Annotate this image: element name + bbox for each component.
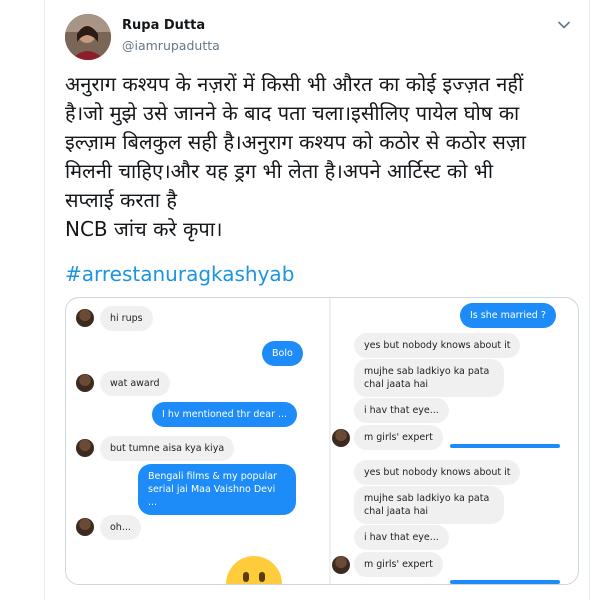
chat-avatar [76,518,94,536]
chat-message: yes but nobody knows about it [354,460,521,485]
smiley-emoji-icon [226,556,282,584]
chevron-down-icon[interactable] [557,18,571,32]
author-name[interactable]: Rupa Dutta [122,18,205,33]
pane-divider [329,298,331,584]
chat-message: wat award [100,371,170,396]
chat-message: mujhe sab ladkiyo ka pata chal jaata hai [354,486,504,524]
chat-message: Bengali films & my popular serial jai Ma… [138,464,296,515]
chat-screenshot-right: Is she married ? yes but nobody knows ab… [332,298,578,584]
chat-message: hi rups [100,306,153,331]
partial-message [450,444,560,448]
chat-message: Bolo [262,341,303,366]
tweet-card: Rupa Dutta @iamrupadutta अनुराग कश्यप के… [44,0,590,600]
chat-message: yes but nobody knows about it [354,333,521,358]
chat-message: I hv mentioned thr dear ... [152,402,298,427]
chat-message: i hav that eye... [354,525,449,550]
chat-avatar [76,439,94,457]
author-handle[interactable]: @iamrupadutta [122,38,220,53]
chat-avatar [332,429,350,447]
chat-avatar [76,309,94,327]
chat-avatar [332,556,350,574]
author-avatar[interactable] [65,14,111,60]
partial-message [450,580,560,584]
chat-message: m girls' expert [354,552,443,577]
chat-message: but tumne aisa kya kiya [100,436,235,461]
chat-avatar [76,374,94,392]
chat-message: i hav that eye... [354,398,449,423]
chat-message: Is she married ? [460,303,556,328]
chat-screenshot-left: hi rups Bolo wat award I hv mentioned th… [66,298,328,584]
chat-message: mujhe sab ladkiyo ka pata chal jaata hai [354,359,504,397]
chat-message: m girls' expert [354,425,443,450]
tweet-media-image[interactable]: hi rups Bolo wat award I hv mentioned th… [65,297,579,585]
chat-message: oh... [100,515,141,540]
tweet-text: अनुराग कश्यप के नज़रों में किसी भी औरत क… [65,72,526,241]
hashtag-link[interactable]: #arrestanuragkashyab [65,262,294,286]
